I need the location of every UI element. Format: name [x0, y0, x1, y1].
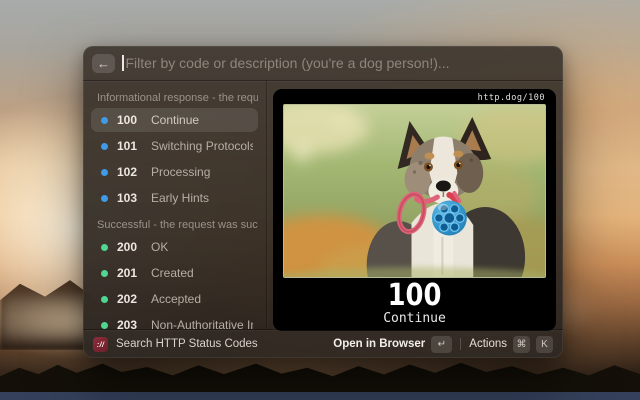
status-dot — [101, 322, 108, 329]
status-dot — [101, 117, 108, 124]
list-item-202[interactable]: 202 Accepted — [91, 287, 258, 311]
status-code: 103 — [117, 191, 144, 205]
text-caret — [122, 55, 124, 71]
detail-card: http.dog/100 — [273, 89, 556, 331]
return-key-icon: ↵ — [431, 336, 452, 353]
list-item-203[interactable]: 203 Non-Authoritative Informa... — [91, 313, 258, 329]
status-code: 203 — [117, 318, 144, 329]
status-dot — [101, 195, 108, 202]
status-code: 202 — [117, 292, 144, 306]
open-in-browser-button[interactable]: Open in Browser ↵ — [333, 336, 452, 353]
k-key-icon: K — [536, 336, 553, 353]
search-input[interactable] — [126, 55, 555, 71]
detail-status-code: 100 — [301, 280, 527, 311]
extension-logo-icon: :// — [93, 337, 108, 352]
status-code: 100 — [117, 113, 144, 127]
content-area: Informational response - the request w..… — [83, 81, 563, 329]
list-item-201[interactable]: 201 Created — [91, 261, 258, 285]
section-header-informational: Informational response - the request w..… — [97, 91, 258, 105]
list-item-200[interactable]: 200 OK — [91, 235, 258, 259]
actions-label: Actions — [469, 338, 507, 350]
status-description: Accepted — [151, 292, 201, 306]
footer-separator — [460, 338, 461, 350]
status-description: Created — [151, 266, 194, 280]
status-dot — [101, 296, 108, 303]
status-description: Processing — [151, 165, 210, 179]
actions-button[interactable]: Actions ⌘ K — [469, 336, 553, 353]
dog-photo — [283, 104, 546, 278]
status-code: 101 — [117, 139, 144, 153]
detail-pane: http.dog/100 — [267, 81, 563, 329]
status-code: 201 — [117, 266, 144, 280]
command-key-icon: ⌘ — [513, 336, 530, 353]
list-item-103[interactable]: 103 Early Hints — [91, 186, 258, 210]
list-item-100[interactable]: 100 Continue — [91, 108, 258, 132]
status-dot — [101, 270, 108, 277]
extension-name: Search HTTP Status Codes — [116, 338, 258, 350]
section-header-successful: Successful - the request was successf... — [97, 218, 258, 232]
open-in-browser-label: Open in Browser — [333, 338, 425, 350]
status-description: Early Hints — [151, 191, 209, 205]
status-dot — [101, 244, 108, 251]
footer-bar: :// Search HTTP Status Codes Open in Bro… — [83, 330, 563, 358]
wallpaper-bottom-strip — [0, 392, 640, 400]
status-description: Continue — [151, 113, 199, 127]
status-description: Non-Authoritative Informa... — [151, 318, 253, 329]
status-code: 102 — [117, 165, 144, 179]
status-code: 200 — [117, 240, 144, 254]
status-dot — [101, 169, 108, 176]
search-bar: ← — [83, 46, 563, 80]
status-description: OK — [151, 240, 168, 254]
list-item-102[interactable]: 102 Processing — [91, 160, 258, 184]
launcher-window: ← Informational response - the request w… — [83, 46, 563, 358]
back-button[interactable]: ← — [92, 54, 115, 73]
detail-source-caption: http.dog/100 — [283, 92, 546, 104]
status-code-list: Informational response - the request w..… — [83, 81, 266, 329]
detail-status-label: Continue — [283, 311, 546, 326]
status-description: Switching Protocols — [151, 139, 253, 153]
list-item-101[interactable]: 101 Switching Protocols — [91, 134, 258, 158]
status-dot — [101, 143, 108, 150]
